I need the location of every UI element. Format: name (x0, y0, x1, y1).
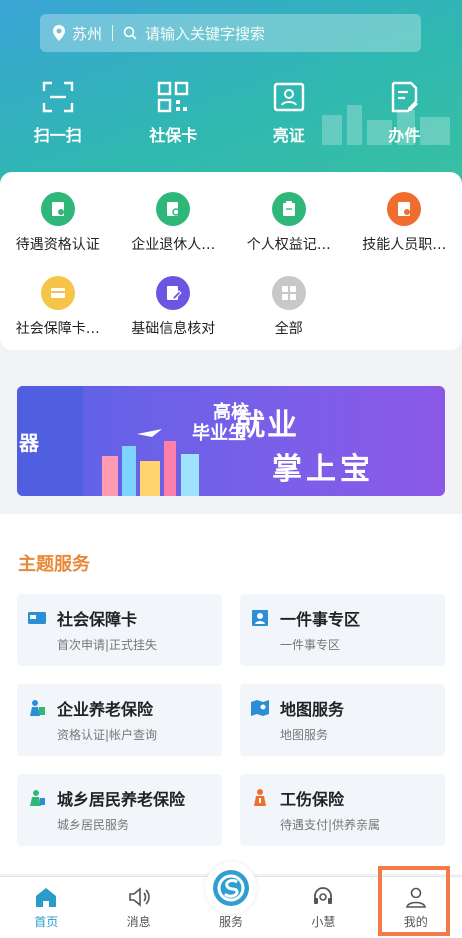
scan-button[interactable]: 扫一扫 (0, 80, 116, 146)
tab-label: 小慧 (311, 915, 336, 929)
headset-icon (314, 887, 333, 904)
services-center-button[interactable] (205, 862, 257, 914)
id-card-icon (273, 82, 304, 112)
person-board-icon (252, 610, 268, 626)
tab-label: 消息 (126, 915, 151, 929)
elder-person-icon (30, 700, 45, 716)
tile-subtitle: 首次申请|正式挂失 (57, 638, 158, 652)
promo-banner[interactable]: 器 高校 毕业生 就业 掌上宝 (17, 386, 445, 496)
service-item-skills[interactable]: 技能人员职… (347, 192, 462, 254)
tile-title: 企业养老保险 (57, 700, 154, 719)
scan-icon (42, 81, 73, 113)
tile-enterprise-pension[interactable]: 企业养老保险 资格认证|帐户查询 (17, 684, 222, 756)
document-edit-icon (392, 81, 419, 113)
tile-subtitle: 城乡居民服务 (57, 818, 130, 832)
resident-icon (30, 790, 45, 806)
tile-title: 城乡居民养老保险 (57, 790, 186, 809)
grid-icon (271, 276, 306, 310)
service-item-social-card[interactable]: 社会保障卡… (0, 276, 116, 338)
service-label: 个人权益记… (246, 237, 331, 253)
edit-doc-icon (156, 276, 191, 310)
show-cert-label: 亮证 (272, 126, 305, 145)
social-card-label: 社保卡 (149, 126, 198, 145)
service-label: 企业退休人… (131, 237, 216, 253)
scan-label: 扫一扫 (33, 126, 82, 145)
tile-subtitle: 地图服务 (280, 728, 329, 742)
highlight-box (378, 866, 450, 936)
show-cert-button[interactable]: 亮证 (231, 80, 347, 146)
clipboard-icon (271, 192, 306, 226)
home-icon (36, 888, 57, 907)
tab-label: 首页 (34, 915, 59, 929)
service-label: 基础信息核对 (131, 321, 216, 337)
service-item-all[interactable]: 全部 (231, 276, 347, 338)
bank-card-icon (40, 276, 75, 310)
service-label: 社会保障卡… (15, 321, 100, 337)
card-icon (28, 612, 46, 624)
tile-subtitle: 待遇支付|供养亲属 (280, 818, 381, 832)
tile-subtitle: 资格认证|帐户查询 (57, 728, 158, 742)
qr-code-icon (158, 81, 189, 113)
service-item-info-check[interactable]: 基础信息核对 (116, 276, 232, 338)
service-item-rights-record[interactable]: 个人权益记… (231, 192, 347, 254)
tab-home[interactable]: 首页 (0, 877, 92, 938)
location-pin-icon (53, 25, 65, 41)
services-logo-icon (213, 870, 249, 906)
search-icon (123, 26, 137, 40)
tile-social-card[interactable]: 社会保障卡 首次申请|正式挂失 (17, 594, 222, 666)
banner-prev-slide: 器 (17, 386, 83, 496)
tile-title: 社会保障卡 (57, 610, 138, 629)
service-label: 全部 (274, 321, 303, 337)
service-label: 待遇资格认证 (15, 237, 100, 253)
tile-title: 地图服务 (280, 700, 345, 719)
search-placeholder[interactable]: 请输入关键字搜索 (145, 23, 265, 44)
tile-one-thing[interactable]: 一件事专区 一件事专区 (240, 594, 445, 666)
skill-cert-icon (387, 192, 422, 226)
certificate-icon (40, 192, 75, 226)
header-banner: 苏州 请输入关键字搜索 扫一扫 社保卡 亮证 办件 (0, 0, 462, 200)
tile-injury-insurance[interactable]: 工伤保险 待遇支付|供养亲属 (240, 774, 445, 846)
section-title: 主题服务 (18, 554, 90, 575)
banner-title-employment: 就业 (235, 408, 299, 443)
map-icon (251, 700, 269, 716)
tab-xiaohui[interactable]: 小慧 (277, 877, 369, 938)
tile-title: 一件事专区 (280, 610, 361, 629)
tab-label: 服务 (218, 915, 243, 929)
service-item-retiree[interactable]: 企业退休人… (116, 192, 232, 254)
doc-search-icon (156, 192, 191, 226)
city-selector[interactable]: 苏州 (72, 23, 102, 44)
service-item-eligibility[interactable]: 待遇资格认证 (0, 192, 116, 254)
service-label: 技能人员职… (362, 237, 447, 253)
injury-icon (254, 789, 266, 806)
search-bar[interactable]: 苏州 请输入关键字搜索 (40, 14, 421, 52)
service-grid-card: 待遇资格认证 企业退休人… 个人权益记… 技能人员职… 社会保障卡… 基础信息核… (0, 172, 462, 350)
handle-case-button[interactable]: 办件 (347, 80, 462, 146)
tile-resident-pension[interactable]: 城乡居民养老保险 城乡居民服务 (17, 774, 222, 846)
tile-subtitle: 一件事专区 (280, 638, 341, 652)
tile-title: 工伤保险 (280, 790, 345, 809)
banner-title-handbook: 掌上宝 (272, 452, 374, 487)
tile-map-service[interactable]: 地图服务 地图服务 (240, 684, 445, 756)
tab-messages[interactable]: 消息 (92, 877, 184, 938)
social-card-button[interactable]: 社保卡 (116, 80, 232, 146)
theme-services-section: 主题服务 社会保障卡 首次申请|正式挂失 一件事专区 一件事专区 企业养老保险 … (0, 514, 462, 874)
speaker-icon (128, 887, 150, 907)
handle-case-label: 办件 (388, 126, 421, 145)
